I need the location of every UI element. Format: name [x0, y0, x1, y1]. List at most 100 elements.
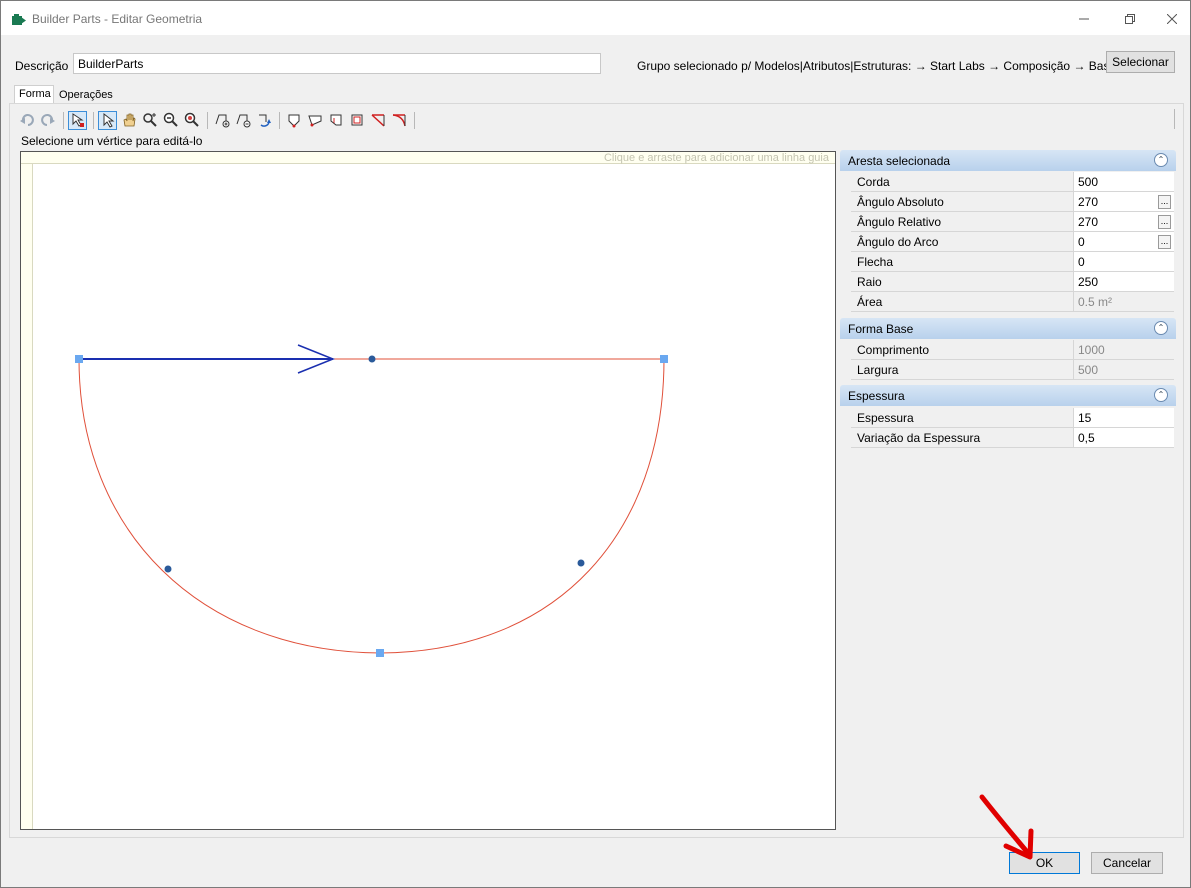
shape-6-icon: [392, 114, 406, 127]
property-value: 500: [1073, 360, 1174, 380]
property-row[interactable]: Flecha 0: [851, 252, 1174, 272]
vertical-ruler[interactable]: [21, 152, 33, 829]
property-value[interactable]: 0...: [1073, 232, 1174, 252]
title-bar: Builder Parts - Editar Geometria: [1, 1, 1190, 35]
toolbar-separator: [207, 111, 208, 129]
property-row[interactable]: Ângulo do Arco 0...: [851, 232, 1174, 252]
add-node-icon: [215, 114, 229, 128]
edit-vertex-icon: [72, 113, 84, 127]
zoom-fit-icon: [184, 112, 199, 127]
property-value[interactable]: 15: [1073, 408, 1174, 428]
undo-button[interactable]: [17, 111, 36, 130]
add-node-button[interactable]: [212, 111, 231, 130]
ellipsis-button[interactable]: ...: [1158, 235, 1171, 249]
restore-icon: [1125, 14, 1135, 24]
property-name: Raio: [851, 272, 1073, 292]
zoom-out-button[interactable]: [161, 111, 180, 130]
toolbar-end-separator: [1174, 109, 1175, 129]
arc-edge: [78, 358, 665, 654]
guide-line-hint: Clique e arraste para adicionar uma linh…: [603, 152, 829, 164]
pan-tool-button[interactable]: [119, 111, 138, 130]
vertex-handle: [376, 649, 384, 657]
category-thickness[interactable]: Espessura ⌃: [840, 385, 1176, 406]
editor-window: Builder Parts - Editar Geometria Descriç…: [0, 0, 1191, 888]
remove-node-button[interactable]: [233, 111, 252, 130]
property-value[interactable]: 500: [1073, 172, 1174, 192]
midpoint-dot: [368, 355, 376, 363]
property-name: Flecha: [851, 252, 1073, 272]
zoom-fit-button[interactable]: [182, 111, 201, 130]
property-value[interactable]: 0: [1073, 252, 1174, 272]
collapse-icon[interactable]: ⌃: [1154, 153, 1168, 167]
property-name: Espessura: [851, 408, 1073, 428]
collapse-icon[interactable]: ⌃: [1154, 321, 1168, 335]
property-value: 0.5 m²: [1073, 292, 1174, 312]
close-icon: [1167, 14, 1177, 24]
tab-forma[interactable]: Forma: [14, 85, 54, 103]
category-base-shape[interactable]: Forma Base ⌃: [840, 318, 1176, 339]
canvas-hint: Selecione um vértice para editá-lo: [21, 134, 203, 148]
property-name: Ângulo Absoluto: [851, 192, 1073, 212]
property-name: Ângulo Relativo: [851, 212, 1073, 232]
property-row[interactable]: Ângulo Relativo 270...: [851, 212, 1174, 232]
shape-4-icon: [351, 114, 362, 126]
description-input[interactable]: [73, 53, 601, 74]
rotate-button[interactable]: [254, 111, 273, 130]
annotation-arrow-icon: [979, 794, 1034, 860]
midpoint-dot: [577, 559, 585, 567]
shape-tool-2-button[interactable]: [305, 111, 324, 130]
collapse-icon[interactable]: ⌃: [1154, 388, 1168, 402]
property-row[interactable]: Variação da Espessura 0,5: [851, 428, 1174, 448]
shape-2-icon: [307, 115, 321, 127]
vertex-handle: [660, 355, 668, 363]
redo-button[interactable]: [38, 111, 57, 130]
property-row[interactable]: Corda 500: [851, 172, 1174, 192]
property-name: Área: [851, 292, 1073, 312]
category-selected-edge[interactable]: Aresta selecionada ⌃: [840, 150, 1176, 171]
category-title: Forma Base: [848, 322, 914, 336]
minimize-button[interactable]: [1061, 5, 1107, 33]
zoom-in-icon: [142, 113, 157, 127]
property-name: Ângulo do Arco: [851, 232, 1073, 252]
ellipsis-button[interactable]: ...: [1158, 195, 1171, 209]
cancel-button[interactable]: Cancelar: [1091, 852, 1163, 874]
category-title: Aresta selecionada: [848, 154, 951, 168]
minimize-icon: [1079, 18, 1089, 20]
window-title: Builder Parts - Editar Geometria: [32, 12, 203, 26]
rotate-icon: [258, 114, 271, 127]
property-value[interactable]: 250: [1073, 272, 1174, 292]
zoom-in-button[interactable]: [140, 111, 159, 130]
pan-icon: [123, 113, 135, 127]
property-row[interactable]: Espessura 15: [851, 408, 1174, 428]
shape-3-icon: [330, 114, 341, 126]
property-name: Variação da Espessura: [851, 428, 1073, 448]
property-row[interactable]: Raio 250: [851, 272, 1174, 292]
property-name: Largura: [851, 360, 1073, 380]
shape-tool-1-button[interactable]: [284, 111, 303, 130]
shape-tool-5-button[interactable]: [368, 111, 387, 130]
property-name: Corda: [851, 172, 1073, 192]
remove-node-icon: [236, 114, 250, 128]
redo-icon: [40, 114, 55, 126]
close-button[interactable]: [1149, 5, 1191, 33]
property-value: 1000: [1073, 340, 1174, 360]
property-value[interactable]: 270...: [1073, 192, 1174, 212]
property-row: Área 0.5 m²: [851, 292, 1174, 312]
select-icon: [103, 112, 114, 128]
edit-vertex-button[interactable]: [68, 110, 87, 130]
property-row[interactable]: Ângulo Absoluto 270...: [851, 192, 1174, 212]
property-value[interactable]: 0,5: [1073, 428, 1174, 448]
select-group-button[interactable]: Selecionar: [1106, 51, 1175, 73]
shape-tool-4-button[interactable]: [347, 111, 366, 130]
property-value[interactable]: 270...: [1073, 212, 1174, 232]
toolbar-separator: [63, 111, 64, 129]
shape-tool-6-button[interactable]: [389, 111, 408, 130]
ellipsis-button[interactable]: ...: [1158, 215, 1171, 229]
description-label: Descrição: [15, 59, 69, 73]
horizontal-ruler[interactable]: Clique e arraste para adicionar uma linh…: [21, 152, 835, 164]
shape-tool-3-button[interactable]: [326, 111, 345, 130]
undo-icon: [19, 114, 34, 126]
restore-button[interactable]: [1107, 5, 1153, 33]
select-tool-button[interactable]: [98, 110, 117, 130]
drawing-canvas[interactable]: Clique e arraste para adicionar uma linh…: [20, 151, 836, 830]
